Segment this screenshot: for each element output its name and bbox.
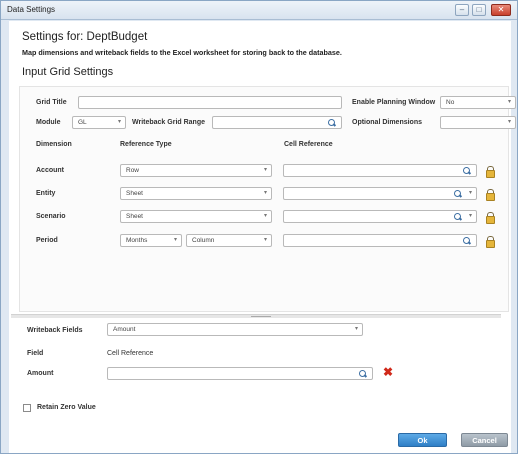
magnifier-icon[interactable] — [454, 213, 462, 221]
settings-for-heading: Settings for: DeptBudget — [22, 31, 148, 43]
reference-type-select[interactable]: Column ▾ — [186, 234, 272, 247]
chevron-down-icon: ▾ — [507, 119, 511, 125]
title-bar[interactable]: Data Settings – □ ✕ — [1, 1, 517, 20]
optional-dimensions-label: Optional Dimensions — [352, 119, 423, 126]
window-title: Data Settings — [7, 5, 56, 14]
delete-x-icon[interactable]: ✖ — [383, 365, 393, 379]
chevron-down-icon: ▾ — [507, 99, 511, 105]
col-field: Field — [27, 350, 44, 357]
period-type-value: Months — [126, 237, 148, 244]
description-text: Map dimensions and writeback fields to t… — [22, 48, 342, 57]
module-select[interactable]: GL ▾ — [72, 116, 126, 129]
dimension-name: Account — [36, 167, 64, 174]
writeback-fields-select[interactable]: Amount ▾ — [107, 323, 363, 336]
close-button[interactable]: ✕ — [491, 4, 511, 16]
dimension-name: Scenario — [36, 213, 66, 220]
chevron-down-icon: ▾ — [263, 167, 267, 173]
splitter-grip[interactable] — [251, 316, 271, 317]
grid-title-label: Grid Title — [36, 99, 67, 106]
grid-title-input[interactable] — [78, 96, 342, 109]
input-grid-panel: Grid Title Enable Planning Window No ▾ M… — [19, 86, 516, 312]
splitter[interactable] — [11, 314, 501, 318]
enable-planning-value: No — [446, 99, 455, 106]
retain-zero-label: Retain Zero Value — [37, 404, 96, 411]
writeback-range-input[interactable] — [212, 116, 342, 129]
chevron-down-icon: ▾ — [263, 237, 267, 243]
maximize-button[interactable]: □ — [472, 4, 486, 16]
reference-type-value: Column — [192, 237, 215, 244]
magnifier-icon[interactable] — [454, 190, 462, 198]
cell-reference-input[interactable] — [283, 164, 477, 177]
writeback-field-name: Amount — [27, 370, 54, 377]
cell-reference-input[interactable] — [283, 234, 477, 247]
cancel-button[interactable]: Cancel — [461, 433, 508, 447]
cell-reference-input[interactable]: ▾ — [283, 187, 477, 200]
writeback-range-label: Writeback Grid Range — [132, 119, 206, 126]
reference-type-value: Row — [126, 167, 140, 174]
reference-type-select[interactable]: Row ▾ — [120, 164, 272, 177]
enable-planning-label: Enable Planning Window — [352, 99, 436, 106]
writeback-fields-value: Amount — [113, 326, 136, 333]
reference-type-select[interactable]: Sheet ▾ — [120, 210, 272, 223]
reference-type-value: Sheet — [126, 213, 143, 220]
dialog-body: Settings for: DeptBudget Map dimensions … — [9, 21, 516, 453]
col-dimension: Dimension — [36, 141, 72, 148]
writeback-fields-label: Writeback Fields — [27, 327, 83, 334]
dimension-name: Period — [36, 237, 58, 244]
dimension-name: Entity — [36, 190, 56, 197]
lock-icon[interactable] — [486, 189, 495, 201]
lock-icon[interactable] — [486, 166, 495, 178]
period-type-select[interactable]: Months ▾ — [120, 234, 182, 247]
col-reference-type: Reference Type — [120, 141, 172, 148]
module-label: Module — [36, 119, 61, 126]
writeback-cell-reference-input[interactable] — [107, 367, 373, 380]
cell-reference-input[interactable]: ▾ — [283, 210, 477, 223]
input-grid-settings-heading: Input Grid Settings — [22, 66, 114, 78]
retain-zero-checkbox[interactable] — [23, 404, 31, 412]
minimize-button[interactable]: – — [455, 4, 469, 16]
chevron-down-icon: ▾ — [117, 119, 121, 125]
magnifier-icon[interactable] — [463, 237, 471, 245]
reference-type-value: Sheet — [126, 190, 143, 197]
chevron-down-icon[interactable]: ▾ — [469, 188, 472, 199]
lock-icon[interactable] — [486, 212, 495, 224]
col-cell-reference: Cell Reference — [284, 141, 333, 148]
optional-dimensions-select[interactable]: ▾ — [440, 116, 516, 129]
data-settings-window: Data Settings – □ ✕ Settings for: DeptBu… — [0, 0, 518, 454]
reference-type-select[interactable]: Sheet ▾ — [120, 187, 272, 200]
magnifier-icon[interactable] — [463, 167, 471, 175]
magnifier-icon[interactable] — [359, 370, 367, 378]
chevron-down-icon: ▾ — [173, 237, 177, 243]
module-value: GL — [78, 119, 87, 126]
chevron-down-icon: ▾ — [354, 326, 358, 332]
col-cell-reference-wb: Cell Reference — [107, 350, 154, 357]
chevron-down-icon: ▾ — [263, 190, 267, 196]
chevron-down-icon[interactable]: ▾ — [469, 211, 472, 222]
magnifier-icon[interactable] — [328, 119, 336, 127]
ok-button[interactable]: Ok — [398, 433, 447, 447]
lock-icon[interactable] — [486, 236, 495, 248]
enable-planning-select[interactable]: No ▾ — [440, 96, 516, 109]
chevron-down-icon: ▾ — [263, 213, 267, 219]
